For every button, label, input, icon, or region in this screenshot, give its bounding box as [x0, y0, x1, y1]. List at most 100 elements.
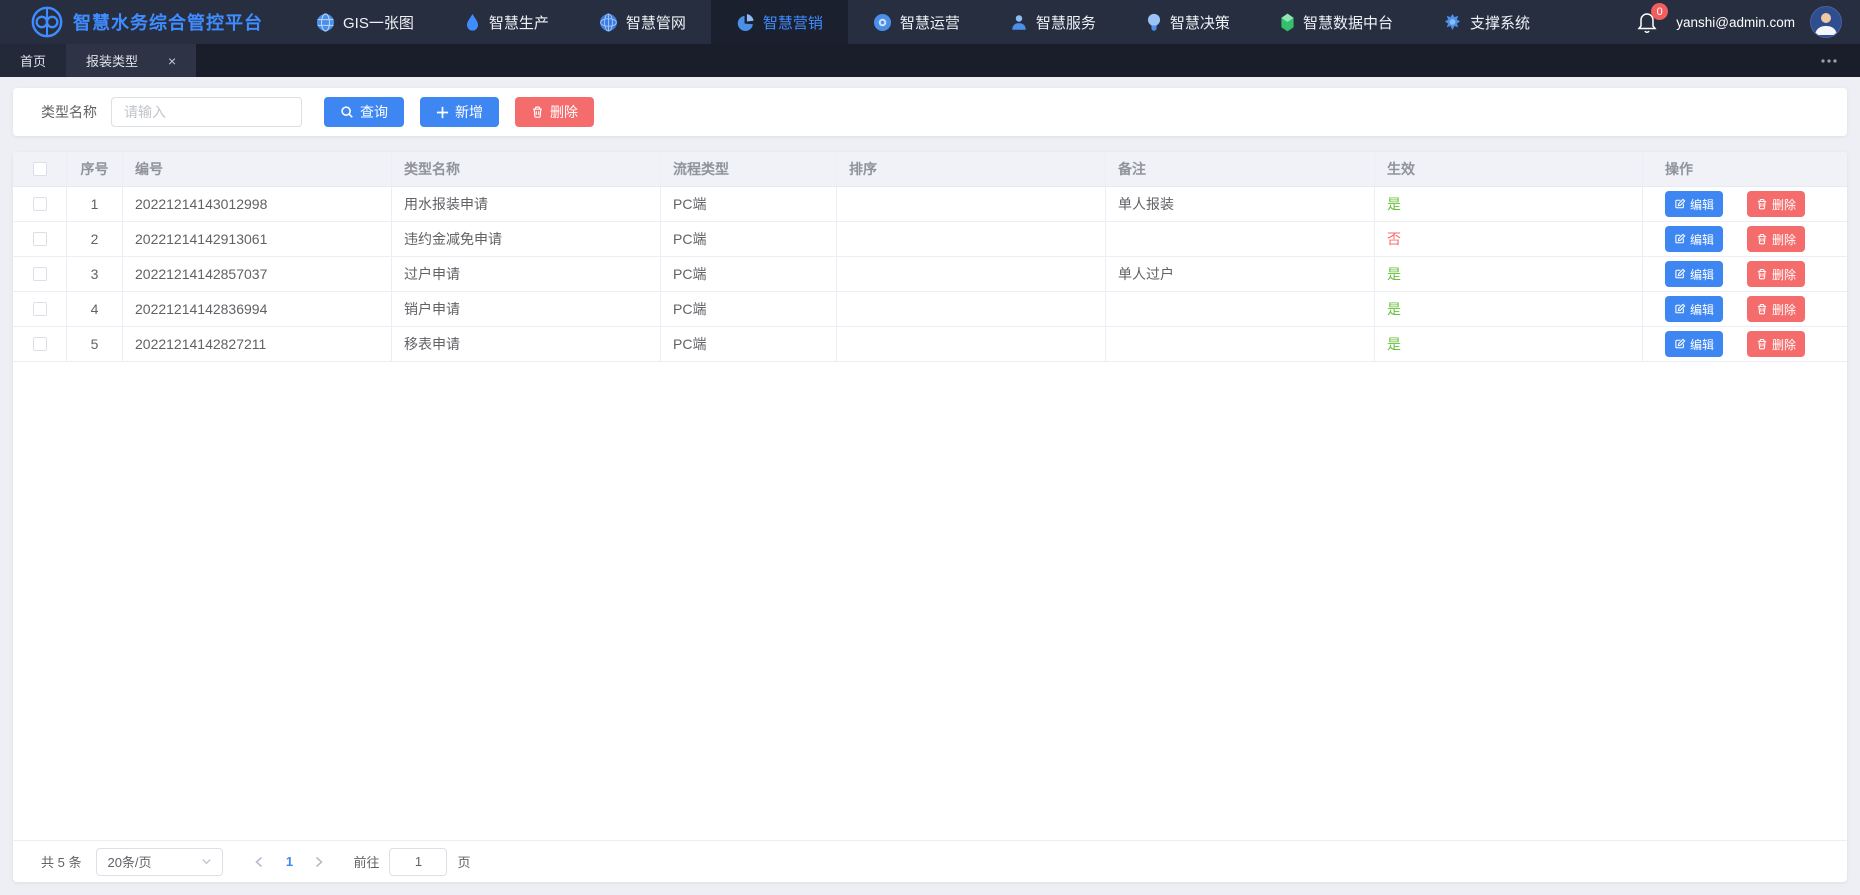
- row-delete-button[interactable]: 删除: [1747, 226, 1805, 252]
- nav-item-gis[interactable]: GIS一张图: [291, 0, 439, 44]
- search-icon: [340, 105, 354, 119]
- nav-item-support[interactable]: 支撑系统: [1418, 0, 1555, 44]
- nav-item-pipenet[interactable]: 智慧管网: [574, 0, 711, 44]
- row-checkbox[interactable]: [33, 302, 47, 316]
- nav-item-service[interactable]: 智慧服务: [985, 0, 1121, 44]
- table-empty-space: [13, 362, 1847, 840]
- cell-actions: 编辑 删除: [1643, 257, 1847, 291]
- platform-title: 智慧水务综合管控平台: [73, 9, 263, 35]
- droplet-icon: [464, 13, 481, 32]
- cell-flow: PC端: [661, 222, 837, 256]
- cell-index: 3: [67, 257, 123, 291]
- network-globe-icon: [599, 13, 618, 32]
- header-select-all-cell: [13, 152, 67, 186]
- row-checkbox[interactable]: [33, 197, 47, 211]
- cell-index: 2: [67, 222, 123, 256]
- edit-button[interactable]: 编辑: [1665, 261, 1723, 287]
- notification-bell-icon[interactable]: 0: [1635, 9, 1661, 35]
- cell-effective: 是: [1375, 257, 1643, 291]
- row-delete-button[interactable]: 删除: [1747, 261, 1805, 287]
- main-menu: GIS一张图 智慧生产 智慧管网 智慧营销 智慧运营: [291, 0, 1555, 44]
- trash-icon: [1756, 338, 1768, 350]
- cell-remark: [1106, 292, 1375, 326]
- delete-button[interactable]: 删除: [515, 97, 594, 127]
- bulb-icon: [1146, 13, 1162, 32]
- row-checkbox[interactable]: [33, 232, 47, 246]
- cell-remark: [1106, 222, 1375, 256]
- table-row: 4 20221214142836994 销户申请 PC端 是 编辑 删除: [13, 292, 1847, 327]
- table-header-row: 序号 编号 类型名称 流程类型 排序 备注 生效 操作: [13, 152, 1847, 187]
- row-checkbox[interactable]: [33, 267, 47, 281]
- cell-sort: [837, 187, 1106, 221]
- close-icon[interactable]: ×: [168, 54, 176, 68]
- cell-code: 20221214142857037: [123, 257, 392, 291]
- search-button[interactable]: 查询: [324, 97, 404, 127]
- column-header-code: 编号: [123, 152, 392, 186]
- person-icon: [1010, 13, 1028, 32]
- cell-name: 违约金减免申请: [392, 222, 661, 256]
- nav-item-operation[interactable]: 智慧运营: [848, 0, 985, 44]
- edit-button[interactable]: 编辑: [1665, 191, 1723, 217]
- row-delete-button-label: 删除: [1772, 336, 1796, 353]
- cell-actions: 编辑 删除: [1643, 327, 1847, 361]
- table-row: 5 20221214142827211 移表申请 PC端 是 编辑 删除: [13, 327, 1847, 362]
- cell-sort: [837, 222, 1106, 256]
- page-size-select[interactable]: 20条/页: [96, 848, 223, 876]
- nav-label: 智慧服务: [1036, 12, 1096, 33]
- add-button[interactable]: 新增: [420, 97, 499, 127]
- platform-logo-icon: [30, 5, 64, 39]
- cell-remark: 单人报装: [1106, 187, 1375, 221]
- row-delete-button[interactable]: 删除: [1747, 296, 1805, 322]
- nav-item-marketing[interactable]: 智慧营销: [711, 0, 848, 44]
- table-body: 1 20221214143012998 用水报装申请 PC端 单人报装 是 编辑…: [13, 187, 1847, 362]
- cell-sort: [837, 327, 1106, 361]
- cell-index: 5: [67, 327, 123, 361]
- next-page-icon[interactable]: [307, 848, 331, 876]
- tabs-more-icon[interactable]: [1820, 44, 1838, 77]
- goto-page-input[interactable]: [389, 848, 447, 876]
- row-select-cell: [13, 327, 67, 361]
- cell-flow: PC端: [661, 327, 837, 361]
- cell-name: 用水报装申请: [392, 187, 661, 221]
- tab-home[interactable]: 首页: [0, 44, 66, 77]
- user-email[interactable]: yanshi@admin.com: [1676, 15, 1795, 30]
- row-delete-button-label: 删除: [1772, 266, 1796, 283]
- edit-button[interactable]: 编辑: [1665, 296, 1723, 322]
- globe-icon: [316, 13, 335, 32]
- avatar[interactable]: [1810, 6, 1842, 38]
- page-size-value: 20条/页: [107, 852, 201, 871]
- cell-sort: [837, 257, 1106, 291]
- edit-icon: [1674, 268, 1686, 280]
- nav-item-data-center[interactable]: 智慧数据中台: [1255, 0, 1418, 44]
- edit-button-label: 编辑: [1690, 301, 1714, 318]
- tab-install-type[interactable]: 报装类型 ×: [66, 44, 196, 77]
- cell-actions: 编辑 删除: [1643, 187, 1847, 221]
- edit-icon: [1674, 198, 1686, 210]
- edit-button-label: 编辑: [1690, 336, 1714, 353]
- type-name-input[interactable]: [111, 97, 302, 127]
- row-delete-button[interactable]: 删除: [1747, 331, 1805, 357]
- nav-label: 智慧生产: [489, 12, 549, 33]
- row-delete-button[interactable]: 删除: [1747, 191, 1805, 217]
- cell-index: 1: [67, 187, 123, 221]
- nav-item-decision[interactable]: 智慧决策: [1121, 0, 1255, 44]
- edit-button-label: 编辑: [1690, 266, 1714, 283]
- edit-button[interactable]: 编辑: [1665, 331, 1723, 357]
- nav-item-production[interactable]: 智慧生产: [439, 0, 574, 44]
- nav-label: 智慧决策: [1170, 12, 1230, 33]
- plus-icon: [436, 106, 449, 119]
- edit-button[interactable]: 编辑: [1665, 226, 1723, 252]
- nav-label: 智慧数据中台: [1303, 12, 1393, 33]
- gear-icon: [1443, 13, 1462, 32]
- navbar-right: 0 yanshi@admin.com: [1635, 0, 1842, 44]
- edit-button-label: 编辑: [1690, 231, 1714, 248]
- select-all-checkbox[interactable]: [33, 162, 47, 176]
- tab-label: 报装类型: [86, 51, 138, 70]
- prev-page-icon[interactable]: [247, 848, 271, 876]
- trash-icon: [531, 105, 544, 119]
- row-checkbox[interactable]: [33, 337, 47, 351]
- trash-icon: [1756, 268, 1768, 280]
- nav-label: 智慧营销: [763, 12, 823, 33]
- page-number[interactable]: 1: [277, 848, 301, 876]
- table-row: 2 20221214142913061 违约金减免申请 PC端 否 编辑 删除: [13, 222, 1847, 257]
